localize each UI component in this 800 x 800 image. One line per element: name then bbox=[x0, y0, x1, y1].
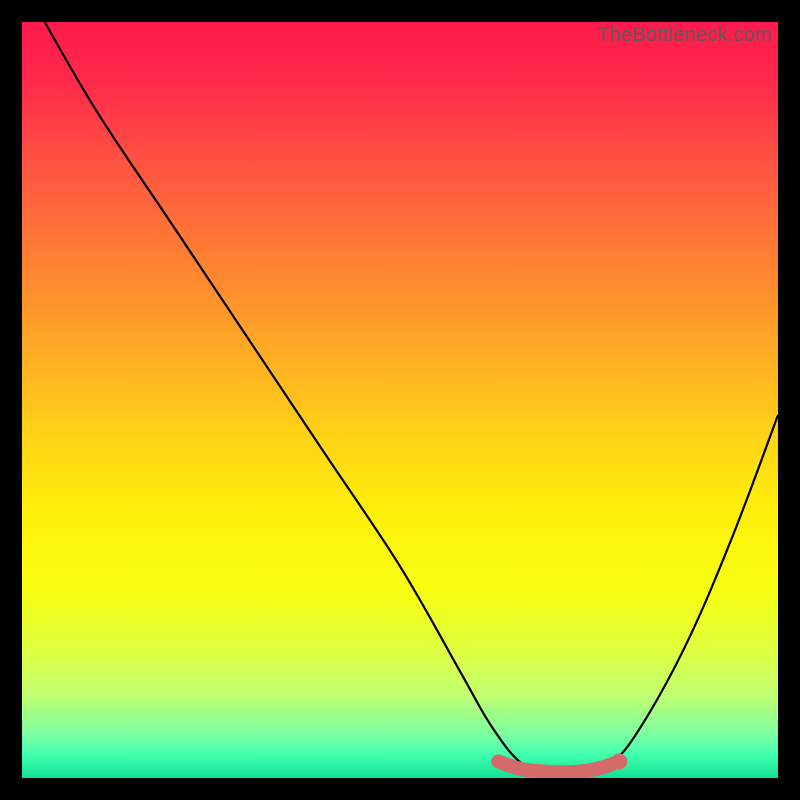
optimal-range-end-dot bbox=[611, 753, 627, 769]
curve-layer bbox=[22, 22, 778, 778]
chart-container: TheBottleneck.com bbox=[0, 0, 800, 800]
bottleneck-curve-path bbox=[45, 22, 778, 776]
watermark-text: TheBottleneck.com bbox=[597, 24, 772, 47]
plot-area: TheBottleneck.com bbox=[20, 20, 780, 780]
optimal-range-highlight bbox=[498, 761, 619, 772]
